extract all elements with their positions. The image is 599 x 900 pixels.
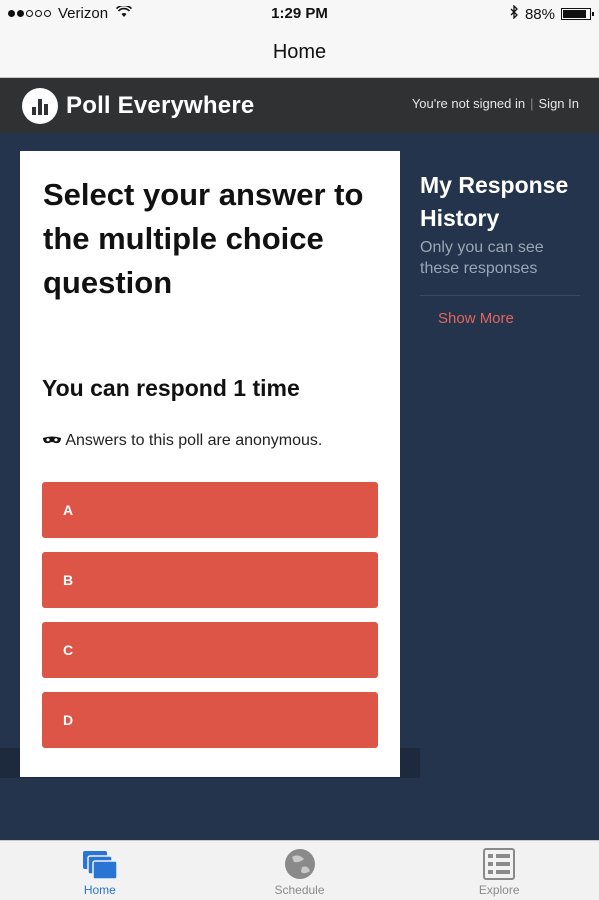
sign-in-link[interactable]: Sign In bbox=[539, 96, 579, 111]
tab-schedule[interactable]: Schedule bbox=[200, 841, 400, 900]
tab-home[interactable]: Home bbox=[0, 841, 200, 900]
home-stack-icon bbox=[80, 847, 120, 886]
option-b-button[interactable]: B bbox=[42, 552, 378, 608]
status-right: 88% bbox=[509, 4, 594, 23]
battery-level bbox=[563, 10, 586, 18]
app-header: Poll Everywhere You're not signed in | S… bbox=[0, 78, 599, 133]
divider bbox=[420, 295, 580, 296]
status-bar: Verizon 1:29 PM 88% bbox=[0, 0, 599, 28]
respond-limit: You can respond 1 time bbox=[42, 375, 300, 401]
poll-everywhere-logo-icon bbox=[22, 88, 58, 124]
answer-options: A B C D bbox=[42, 482, 378, 762]
show-more-link[interactable]: Show More bbox=[438, 310, 580, 327]
option-d-button[interactable]: D bbox=[42, 692, 378, 748]
poll-card: Select your answer to the multiple choic… bbox=[20, 151, 400, 777]
battery-percent: 88% bbox=[524, 5, 555, 23]
auth-area: You're not signed in | Sign In bbox=[412, 96, 579, 111]
navigation-bar: Home bbox=[0, 28, 599, 78]
anonymous-note-text: Answers to this poll are anonymous. bbox=[65, 432, 323, 449]
option-c-button[interactable]: C bbox=[42, 622, 378, 678]
tab-schedule-label: Schedule bbox=[274, 883, 325, 897]
logo-text: Poll Everywhere bbox=[66, 92, 255, 119]
main-content: Select your answer to the multiple choic… bbox=[0, 133, 599, 840]
bluetooth-icon bbox=[509, 4, 519, 23]
app-logo[interactable]: Poll Everywhere bbox=[22, 88, 254, 124]
battery-icon bbox=[561, 8, 594, 20]
globe-icon bbox=[280, 847, 320, 886]
anonymous-note: Answers to this poll are anonymous. bbox=[42, 431, 362, 451]
tab-home-label: Home bbox=[83, 883, 116, 897]
mask-icon bbox=[42, 434, 65, 448]
response-history: My Response History Only you can see the… bbox=[420, 169, 580, 327]
list-icon bbox=[479, 847, 519, 886]
poll-question: Select your answer to the multiple choic… bbox=[43, 177, 364, 300]
tab-bar: Home Schedule Explore bbox=[0, 840, 599, 900]
response-history-title: My Response History bbox=[420, 172, 569, 231]
option-a-button[interactable]: A bbox=[42, 482, 378, 538]
nav-title: Home bbox=[272, 41, 327, 63]
tab-explore[interactable]: Explore bbox=[399, 841, 599, 900]
tab-explore-label: Explore bbox=[478, 883, 520, 897]
not-signed-in-text: You're not signed in bbox=[411, 96, 526, 111]
response-history-subtitle: Only you can see these responses bbox=[420, 239, 544, 277]
auth-separator: | bbox=[530, 96, 534, 111]
